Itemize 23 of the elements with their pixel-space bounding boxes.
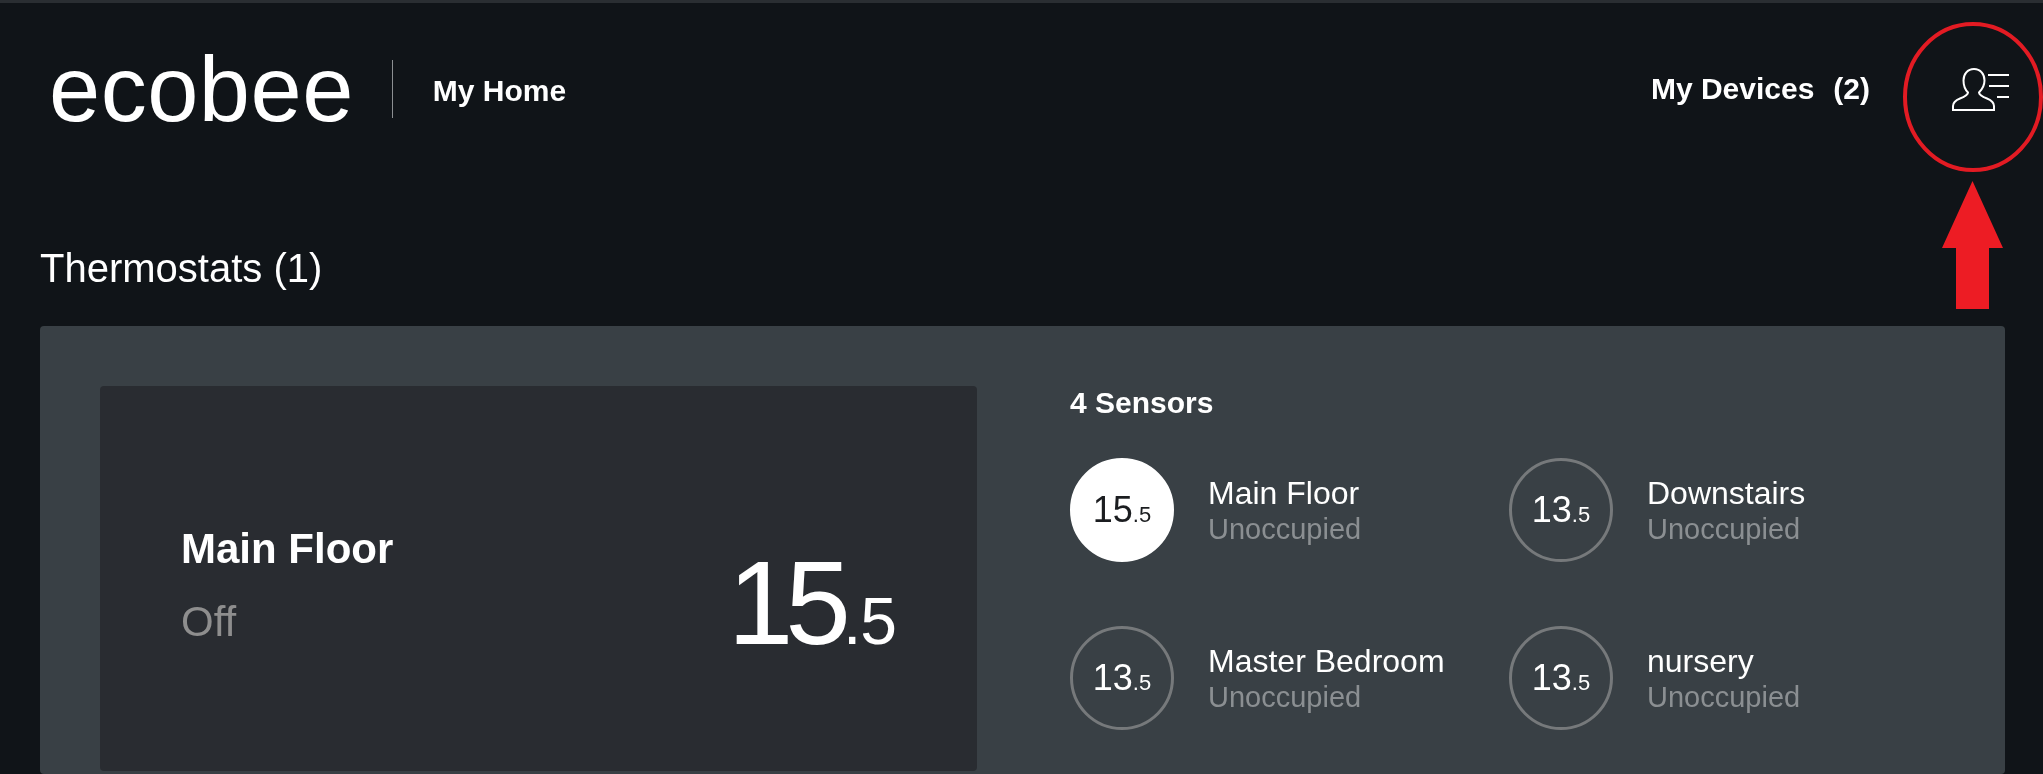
sensor-temperature: 13.5 [1509, 626, 1613, 730]
sensors-title: 4 Sensors [1070, 386, 1214, 420]
home-name: My Home [432, 73, 567, 109]
thermostat-mode: Off [181, 597, 237, 647]
sensor-name: nursery [1647, 642, 1754, 680]
thermostat-card[interactable]: Main Floor Off 15.5 [100, 386, 977, 771]
thermostat-temperature: 15.5 [727, 543, 896, 662]
sensor-status: Unoccupied [1647, 512, 1801, 546]
sensor-name: Master Bedroom [1208, 642, 1445, 680]
sensor-temperature: 13.5 [1509, 458, 1613, 562]
sensor-status: Unoccupied [1208, 680, 1362, 714]
thermostat-name: Main Floor [181, 524, 394, 574]
sensor-name: Main Floor [1208, 474, 1360, 512]
sensor-temperature: 15.5 [1070, 458, 1174, 562]
my-devices-link[interactable]: My Devices (2) [1650, 71, 1870, 107]
person-menu-icon [1952, 67, 2010, 111]
sensor-name: Downstairs [1647, 474, 1806, 512]
sensor-status: Unoccupied [1647, 680, 1801, 714]
user-menu-button[interactable] [1952, 67, 2010, 111]
section-title: Thermostats (1) [40, 245, 323, 291]
sensor-status: Unoccupied [1208, 512, 1362, 546]
logo: ecobee [49, 43, 354, 135]
sensor-temperature: 13.5 [1070, 626, 1174, 730]
